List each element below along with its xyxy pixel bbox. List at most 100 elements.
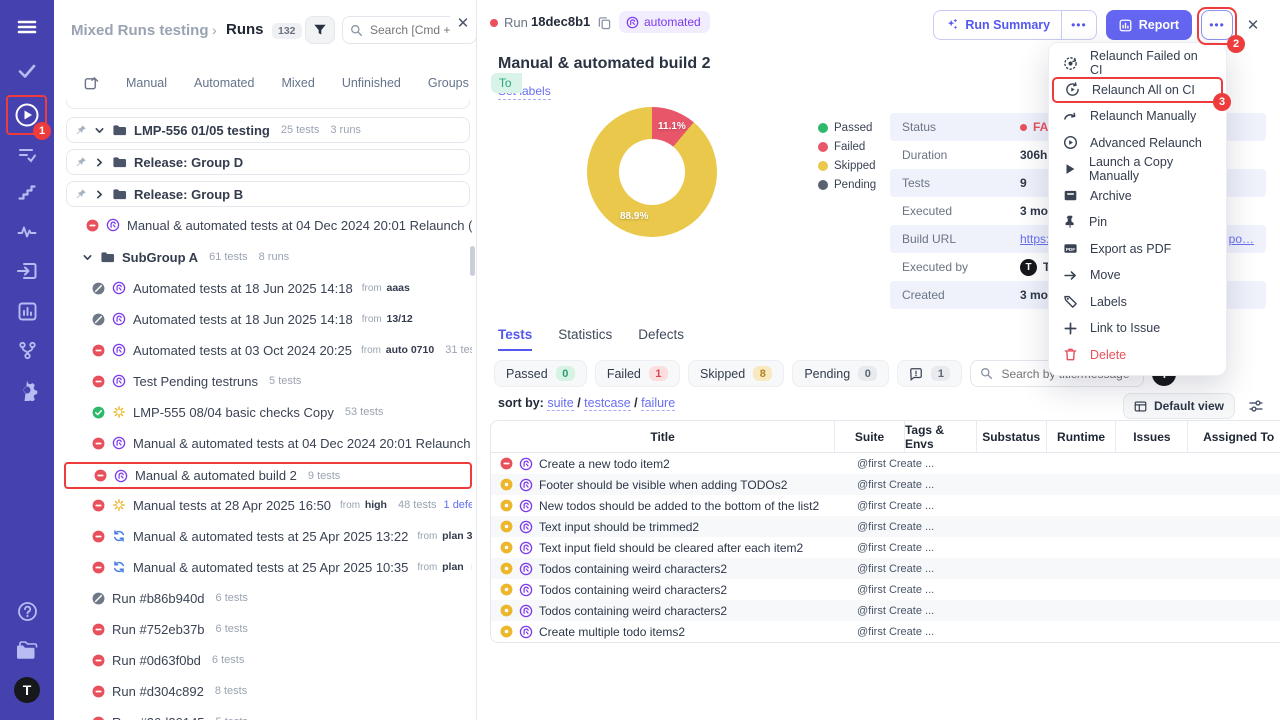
run-row[interactable]: Test Pending testruns 5 tests: [64, 369, 472, 393]
sort-option-suite[interactable]: suite: [547, 396, 574, 411]
menu-item-advanced-relaunch[interactable]: Advanced Relaunch: [1049, 130, 1226, 157]
run-row[interactable]: Run #b86b940d 6 tests: [64, 586, 472, 610]
run-row[interactable]: Automated tests at 18 Jun 2025 14:18 from…: [64, 276, 472, 300]
run-row[interactable]: Run #d304c892 8 tests: [64, 679, 472, 703]
sort-option-failure[interactable]: failure: [641, 396, 676, 411]
run-row[interactable]: Manual & automated build 2 9 tests: [64, 462, 472, 489]
field-link-fragment[interactable]: po…: [1229, 232, 1254, 246]
column-header-runtime[interactable]: Runtime: [1047, 421, 1117, 452]
comment-icon: [910, 367, 923, 381]
menu-item-relaunch-failed-on-ci[interactable]: Relaunch Failed on CI: [1049, 49, 1226, 77]
runs-tab-automated[interactable]: Automated: [194, 76, 254, 90]
run-row[interactable]: Automated tests at 03 Oct 2024 20:25 from…: [64, 338, 472, 362]
tab-defects[interactable]: Defects: [638, 327, 684, 351]
analytics-icon[interactable]: [0, 301, 54, 322]
tests-icon[interactable]: [0, 61, 54, 81]
run-row[interactable]: LMP-555 08/04 basic checks Copy 53 tests: [64, 400, 472, 424]
table-row[interactable]: Footer should be visible when adding TOD…: [491, 474, 1280, 495]
filter-chip-failed[interactable]: Failed 1: [594, 360, 680, 387]
breadcrumb-section[interactable]: Runs: [226, 21, 264, 38]
group-row[interactable]: LMP-556 01/05 testing 25 tests 3 runs: [66, 117, 470, 143]
column-header-title[interactable]: Title: [491, 421, 836, 452]
menu-item-link-to-issue[interactable]: Link to Issue: [1049, 315, 1226, 342]
run-defects-count[interactable]: 1 defects: [444, 499, 472, 511]
run-row[interactable]: Manual tests at 28 Apr 2025 16:50 from hi…: [64, 493, 472, 517]
filter-chip-passed[interactable]: Passed 0: [494, 360, 587, 387]
runs-tab-groups[interactable]: Groups: [428, 76, 469, 90]
plans-icon[interactable]: [0, 145, 54, 165]
detail-close-button[interactable]: ✕: [1242, 10, 1264, 40]
projects-icon[interactable]: [0, 640, 54, 662]
runs-scrollbar[interactable]: [470, 246, 475, 276]
report-button[interactable]: Report: [1105, 10, 1192, 40]
branch-icon[interactable]: [0, 340, 54, 361]
copy-run-id-button[interactable]: [598, 14, 611, 32]
select-all-icon[interactable]: [84, 76, 99, 91]
table-row[interactable]: Create a new todo item2 @first Create ..…: [491, 453, 1280, 474]
breadcrumb-project[interactable]: Mixed Runs testing: [71, 22, 209, 39]
run-row[interactable]: Automated tests at 18 Jun 2025 14:18 from…: [64, 307, 472, 331]
run-row[interactable]: Manual & automated tests at 04 Dec 2024 …: [64, 213, 472, 237]
column-header-suite[interactable]: Suite: [835, 421, 905, 452]
group-row[interactable]: Release: Group B: [66, 181, 470, 207]
chevron-right-icon: [97, 189, 102, 199]
help-icon[interactable]: [0, 601, 54, 622]
menu-item-move[interactable]: Move: [1049, 262, 1226, 289]
menu-item-relaunch-manually[interactable]: Relaunch Manually: [1049, 103, 1226, 130]
import-icon[interactable]: [0, 260, 54, 282]
filter-chip-count: 1: [648, 366, 668, 381]
run-status-dot: [490, 19, 498, 27]
sort-by-label: sort by:: [498, 396, 548, 410]
menu-item-pin[interactable]: Pin: [1049, 209, 1226, 236]
menu-item-archive[interactable]: Archive: [1049, 183, 1226, 210]
runs-tab-mixed[interactable]: Mixed: [281, 76, 314, 90]
column-header-substatus[interactable]: Substatus: [977, 421, 1047, 452]
run-row[interactable]: Manual & automated tests at 25 Apr 2025 …: [64, 524, 472, 548]
run-row[interactable]: Run #26d30145 5 tests: [64, 710, 472, 720]
runs-panel-close-button[interactable]: ✕: [450, 10, 476, 36]
filter-chip-pending[interactable]: Pending 0: [792, 360, 890, 387]
run-row[interactable]: Manual & automated tests at 04 Dec 2024 …: [64, 431, 472, 455]
table-row[interactable]: Todos containing weird characters2 @firs…: [491, 600, 1280, 621]
sort-option-testcase[interactable]: testcase: [584, 396, 631, 411]
relaunch-all-icon: [1066, 82, 1079, 97]
table-row[interactable]: Text input field should be cleared after…: [491, 537, 1280, 558]
column-header-tags-envs[interactable]: Tags & Envs: [905, 421, 977, 452]
run-row[interactable]: Run #752eb37b 6 tests: [64, 617, 472, 641]
filter-chip-skipped[interactable]: Skipped 8: [688, 360, 785, 387]
run-row[interactable]: Run #0d63f0bd 6 tests: [64, 648, 472, 672]
table-row[interactable]: Todos containing weird characters2 @firs…: [491, 579, 1280, 600]
menu-item-labels[interactable]: Labels: [1049, 289, 1226, 316]
settings-icon[interactable]: [0, 379, 54, 401]
column-settings-button[interactable]: [1248, 397, 1264, 415]
tab-statistics[interactable]: Statistics: [558, 327, 612, 351]
runs-tab-unfinished[interactable]: Unfinished: [342, 76, 401, 90]
pulse-icon[interactable]: [0, 222, 54, 242]
failed-icon: [92, 654, 105, 666]
milestones-icon[interactable]: [0, 182, 54, 202]
user-avatar[interactable]: T: [0, 677, 54, 703]
table-row[interactable]: Create multiple todo items2 @first Creat…: [491, 621, 1280, 642]
filter-button[interactable]: [305, 16, 335, 44]
comments-filter-chip[interactable]: 1: [897, 360, 963, 387]
menu-item-delete[interactable]: Delete: [1049, 342, 1226, 369]
menu-icon[interactable]: [0, 16, 54, 38]
run-row[interactable]: Manual & automated tests at 25 Apr 2025 …: [64, 555, 472, 579]
column-header-issues[interactable]: Issues: [1116, 421, 1189, 452]
default-view-button[interactable]: Default view: [1122, 393, 1235, 419]
group-row[interactable]: Release: Group D: [66, 149, 470, 175]
menu-item-relaunch-all-on-ci[interactable]: Relaunch All on CI 3: [1052, 76, 1231, 111]
menu-item-export-as-pdf[interactable]: PDF Export as PDF: [1049, 236, 1226, 263]
runs-tab-to[interactable]: To: [490, 73, 522, 93]
run-detail-panel: Run 18dec8b1 automated Run Summary ••• R…: [477, 0, 1280, 720]
table-row[interactable]: Text input should be trimmed2 @first Cre…: [491, 516, 1280, 537]
table-row[interactable]: New todos should be added to the bottom …: [491, 495, 1280, 516]
menu-item-launch-a-copy-manually[interactable]: Launch a Copy Manually: [1049, 155, 1226, 183]
column-header-assigned-to[interactable]: Assigned To: [1188, 421, 1280, 452]
table-row[interactable]: Todos containing weird characters2 @firs…: [491, 558, 1280, 579]
run-summary-more-button[interactable]: •••: [1061, 11, 1096, 39]
group-row[interactable]: SubGroup A 61 tests 8 runs: [72, 244, 470, 270]
tab-tests[interactable]: Tests: [498, 327, 533, 351]
run-summary-button[interactable]: Run Summary •••: [933, 10, 1097, 40]
runs-tab-manual[interactable]: Manual: [126, 76, 167, 90]
